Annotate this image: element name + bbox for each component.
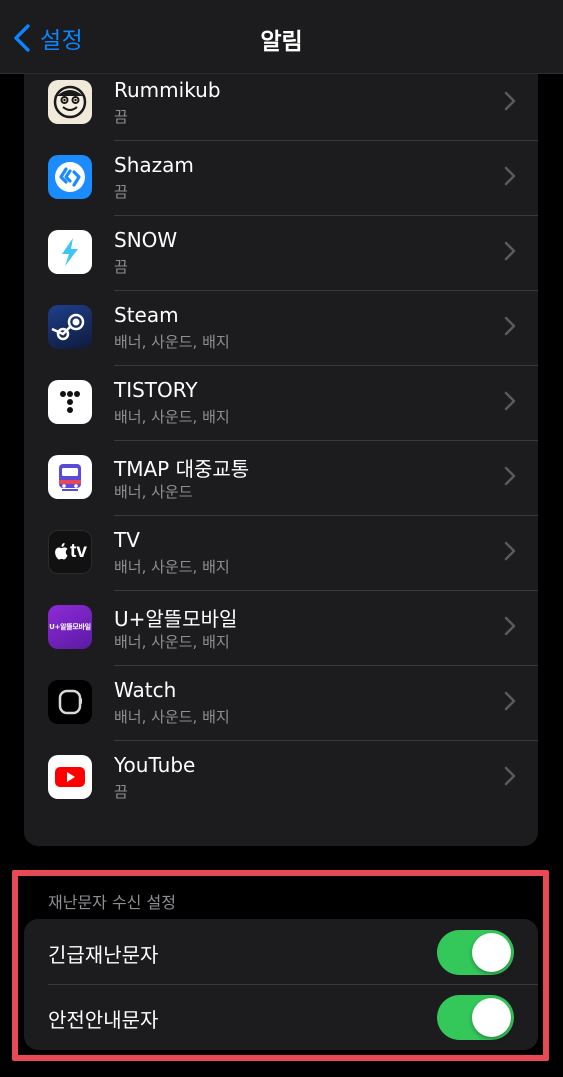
snow-icon	[48, 230, 92, 274]
app-name: U+알뜰모바일	[114, 607, 238, 631]
row-divider	[114, 665, 538, 666]
app-notification-summary: 배너, 사운드, 배지	[114, 708, 230, 726]
row-divider	[114, 740, 538, 741]
chevron-right-icon	[504, 391, 516, 411]
app-notification-summary: 배너, 사운드, 배지	[114, 333, 230, 351]
chevron-right-icon	[504, 316, 516, 336]
app-notification-summary: 배너, 사운드, 배지	[114, 633, 230, 651]
highlight-box	[12, 870, 549, 1061]
notifications-screen: 끔 Rummikub 끔	[0, 0, 563, 1077]
chevron-right-icon	[504, 616, 516, 636]
chevron-right-icon	[504, 541, 516, 561]
rummikub-icon	[48, 80, 92, 124]
chevron-right-icon	[504, 91, 516, 111]
app-notification-summary: 끔	[114, 108, 128, 126]
shazam-icon	[48, 155, 92, 199]
uplus-mobile-icon: U+알뜰모바일	[48, 605, 92, 649]
list-item-youtube[interactable]: YouTube 끔	[24, 740, 538, 815]
app-name: Shazam	[114, 153, 194, 177]
app-name: Steam	[114, 303, 179, 327]
app-notification-summary: 끔	[114, 183, 128, 201]
list-item-watch[interactable]: Watch 배너, 사운드, 배지	[24, 665, 538, 740]
chevron-right-icon	[504, 466, 516, 486]
app-notification-summary: 끔	[114, 258, 128, 276]
app-notification-summary: 배너, 사운드	[114, 483, 193, 501]
chevron-right-icon	[504, 766, 516, 786]
row-divider	[114, 215, 538, 216]
app-name: TV	[114, 528, 140, 552]
navigation-bar: 설정 알림	[0, 0, 563, 74]
tmap-transit-icon	[48, 455, 92, 499]
row-divider	[114, 590, 538, 591]
chevron-right-icon	[504, 241, 516, 261]
tv-text: tv	[70, 541, 87, 562]
chevron-right-icon	[504, 166, 516, 186]
row-divider	[114, 515, 538, 516]
list-item-tmap-transit[interactable]: TMAP 대중교통 배너, 사운드	[24, 440, 538, 515]
apple-tv-icon: tv	[48, 530, 92, 574]
app-name: Rummikub	[114, 78, 221, 102]
app-name: SNOW	[114, 228, 178, 252]
list-item-rummikub[interactable]: Rummikub 끔	[24, 65, 538, 140]
app-notification-summary: 배너, 사운드, 배지	[114, 408, 230, 426]
app-name: Watch	[114, 678, 177, 702]
list-item-steam[interactable]: Steam 배너, 사운드, 배지	[24, 290, 538, 365]
row-divider	[114, 140, 538, 141]
list-item-snow[interactable]: SNOW 끔	[24, 215, 538, 290]
youtube-icon	[48, 755, 92, 799]
app-name: YouTube	[114, 753, 196, 777]
row-divider	[114, 440, 538, 441]
list-item-uplus-mobile[interactable]: U+알뜰모바일 U+알뜰모바일 배너, 사운드, 배지	[24, 590, 538, 665]
app-notification-summary: 끔	[114, 783, 128, 801]
row-divider	[114, 290, 538, 291]
app-name: TMAP 대중교통	[114, 457, 250, 481]
app-notification-list: 끔 Rummikub 끔	[24, 20, 538, 846]
chevron-right-icon	[504, 691, 516, 711]
uplus-logo-text: U+알뜰모바일	[49, 623, 91, 631]
steam-icon	[48, 305, 92, 349]
list-item-tistory[interactable]: TISTORY 배너, 사운드, 배지	[24, 365, 538, 440]
app-notification-summary: 배너, 사운드, 배지	[114, 558, 230, 576]
watch-icon	[48, 680, 92, 724]
row-divider	[114, 365, 538, 366]
page-title: 알림	[260, 29, 303, 55]
list-item-tv[interactable]: tv TV 배너, 사운드, 배지	[24, 515, 538, 590]
tistory-icon	[48, 380, 92, 424]
app-name: TISTORY	[114, 378, 198, 402]
list-item-shazam[interactable]: Shazam 끔	[24, 140, 538, 215]
